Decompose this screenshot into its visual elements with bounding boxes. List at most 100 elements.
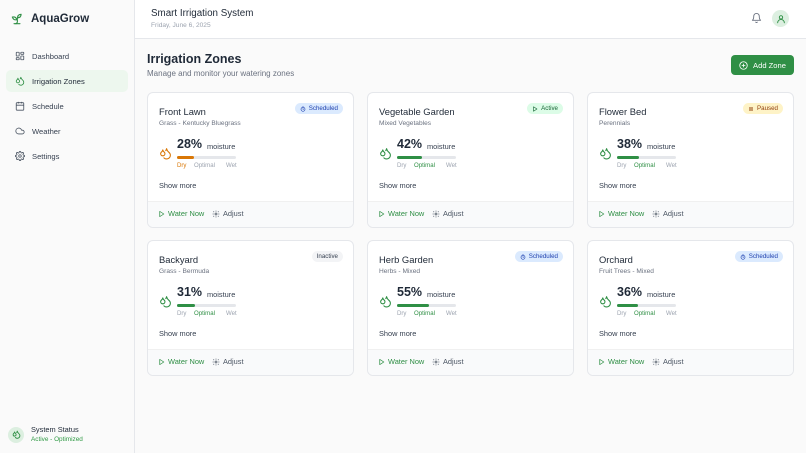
timer-icon: [740, 253, 746, 260]
header: Smart Irrigation System Friday, June 6, …: [135, 0, 806, 39]
scale-wet: Wet: [226, 162, 237, 169]
play-icon: [533, 105, 538, 112]
droplets-icon: [12, 430, 20, 439]
droplets-icon: [599, 295, 612, 308]
status-badge: Paused: [743, 103, 783, 114]
cloud-icon: [15, 127, 25, 135]
sidebar-item-schedule[interactable]: Schedule: [6, 95, 128, 117]
moisture-value: 28%: [177, 137, 203, 151]
show-more-link[interactable]: Show more: [599, 329, 636, 338]
water-now-label: Water Now: [388, 357, 425, 366]
adjust-button[interactable]: Adjust: [432, 357, 464, 366]
moisture-value: 36%: [617, 285, 643, 299]
zone-card: Herb Garden Herbs - Mixed Scheduled 55% mois…: [367, 240, 574, 376]
water-now-button[interactable]: Water Now: [158, 209, 204, 218]
sidebar-item-weather[interactable]: Weather: [6, 120, 128, 142]
play-icon: [379, 358, 385, 365]
zone-name: Vegetable Garden: [379, 106, 455, 117]
water-now-button[interactable]: Water Now: [378, 357, 424, 366]
play-icon: [599, 358, 605, 365]
avatar[interactable]: [772, 10, 789, 27]
brand[interactable]: AquaGrow: [10, 10, 89, 28]
water-now-button[interactable]: Water Now: [598, 357, 644, 366]
zone-card: Front Lawn Grass - Kentucky Bluegrass Sche…: [147, 92, 354, 228]
scale-optimal: Optimal: [414, 162, 435, 169]
adjust-label: Adjust: [663, 357, 684, 366]
adjust-button[interactable]: Adjust: [212, 209, 244, 218]
adjust-button[interactable]: Adjust: [652, 209, 684, 218]
water-now-button[interactable]: Water Now: [158, 357, 204, 366]
plus-circle-icon: [739, 60, 748, 70]
water-now-label: Water Now: [608, 209, 645, 218]
scale-dry: Dry: [617, 162, 627, 169]
sidebar-item-irrigation-zones[interactable]: Irrigation Zones: [6, 70, 128, 92]
water-now-label: Water Now: [608, 357, 645, 366]
timer-icon: [520, 253, 526, 260]
sidebar-item-settings[interactable]: Settings: [6, 145, 128, 167]
show-more-link[interactable]: Show more: [599, 181, 636, 190]
status-badge-label: Inactive: [316, 253, 338, 260]
zone-type: Herbs - Mixed: [379, 268, 421, 275]
water-now-label: Water Now: [168, 209, 205, 218]
adjust-button[interactable]: Adjust: [212, 357, 244, 366]
adjust-label: Adjust: [223, 209, 244, 218]
sidebar-item-dashboard[interactable]: Dashboard: [6, 45, 128, 67]
sidebar-item-label: Schedule: [32, 101, 64, 111]
zone-name: Flower Bed: [599, 106, 647, 117]
bell-icon[interactable]: [751, 12, 762, 24]
zone-type: Grass - Bermuda: [159, 268, 210, 275]
status-badge-label: Scheduled: [748, 253, 778, 260]
water-now-button[interactable]: Water Now: [378, 209, 424, 218]
moisture-label: moisture: [427, 142, 456, 151]
status-badge: Active: [527, 103, 563, 114]
moisture-value: 55%: [397, 285, 423, 299]
add-zone-button[interactable]: Add Zone: [731, 55, 794, 75]
scale-optimal: Optimal: [194, 310, 215, 317]
droplets-icon: [379, 147, 392, 160]
moisture-bar-fill: [397, 156, 422, 159]
sidebar-item-label: Irrigation Zones: [32, 76, 85, 86]
zone-card: Flower Bed Perennials Paused 38% moisture Dry…: [587, 92, 794, 228]
moisture-value: 42%: [397, 137, 423, 151]
adjust-button[interactable]: Adjust: [652, 357, 684, 366]
header-date: Friday, June 6, 2025: [151, 22, 211, 29]
zone-card: Orchard Fruit Trees - Mixed Scheduled 36% mo…: [587, 240, 794, 376]
adjust-label: Adjust: [663, 209, 684, 218]
sidebar-item-label: Settings: [32, 151, 60, 161]
scale-wet: Wet: [446, 310, 457, 317]
droplets-icon: [379, 295, 392, 308]
page-subtitle: Manage and monitor your watering zones: [147, 69, 295, 78]
moisture-bar: [617, 156, 676, 159]
moisture-bar: [397, 156, 456, 159]
show-more-link[interactable]: Show more: [159, 329, 196, 338]
card-actions: Water Now Adjust: [368, 201, 573, 227]
zone-type: Grass - Kentucky Bluegrass: [159, 120, 241, 127]
timer-icon: [300, 105, 306, 112]
gear-icon: [432, 210, 440, 217]
water-now-button[interactable]: Water Now: [598, 209, 644, 218]
moisture-label: moisture: [427, 290, 456, 299]
status-indicator: [8, 426, 24, 443]
water-now-label: Water Now: [168, 357, 205, 366]
card-actions: Water Now Adjust: [588, 349, 793, 375]
moisture-bar-fill: [617, 156, 640, 159]
page-title: Irrigation Zones: [147, 52, 242, 66]
droplets-icon: [159, 147, 172, 160]
gear-icon: [15, 151, 25, 161]
moisture-bar: [617, 304, 676, 307]
scale-optimal: Optimal: [634, 162, 655, 169]
show-more-link[interactable]: Show more: [159, 181, 196, 190]
moisture-bar-fill: [397, 304, 430, 307]
play-icon: [159, 358, 165, 365]
card-actions: Water Now Adjust: [368, 349, 573, 375]
moisture-bar: [177, 156, 236, 159]
scale-optimal: Optimal: [414, 310, 435, 317]
show-more-link[interactable]: Show more: [379, 329, 416, 338]
scale-wet: Wet: [666, 162, 677, 169]
show-more-link[interactable]: Show more: [379, 181, 416, 190]
status-badge: Inactive: [311, 251, 343, 262]
adjust-button[interactable]: Adjust: [432, 209, 464, 218]
moisture-bar-fill: [617, 304, 639, 307]
moisture-label: moisture: [647, 290, 676, 299]
droplets-icon: [15, 76, 25, 86]
